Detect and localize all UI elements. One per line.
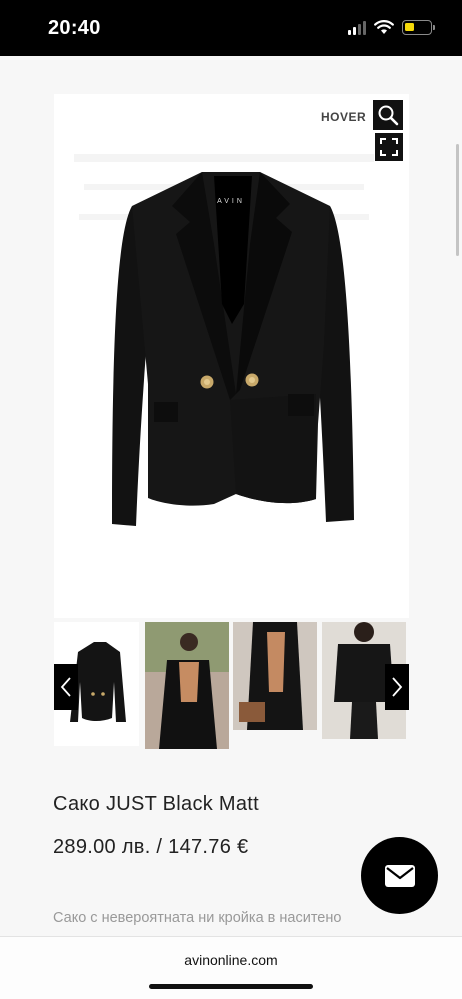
- home-indicator[interactable]: [149, 984, 313, 989]
- page-content[interactable]: AVIN HOVER Сако JUST Black Matt 289.00 л…: [0, 56, 462, 936]
- product-price: 289.00 лв. / 147.76 €: [53, 836, 249, 858]
- jacket-image: AVIN: [54, 94, 409, 618]
- hover-label: HOVER: [321, 110, 367, 124]
- zoom-button[interactable]: [373, 100, 403, 130]
- thumbnail-strip: [54, 622, 409, 749]
- model-photo-image: [233, 622, 317, 730]
- chevron-left-icon: [60, 677, 71, 697]
- mail-icon: [384, 864, 415, 887]
- brand-label: AVIN: [217, 198, 245, 205]
- model-photo-image: [145, 622, 229, 749]
- battery-icon: [402, 20, 435, 35]
- scrollbar[interactable]: [456, 144, 459, 256]
- thumbnail-2[interactable]: [145, 622, 229, 749]
- contact-mail-button[interactable]: [361, 837, 438, 914]
- chevron-right-icon: [392, 677, 403, 697]
- url-text[interactable]: avinonline.com: [0, 952, 462, 968]
- fullscreen-button[interactable]: [375, 133, 403, 161]
- expand-icon: [380, 138, 398, 156]
- product-title: Сако JUST Black Matt: [53, 793, 259, 815]
- product-description: Сако с невероятната ни кройка в наситено: [53, 910, 342, 926]
- status-time: 20:40: [48, 17, 101, 39]
- thumbnail-prev-button[interactable]: [54, 664, 78, 710]
- thumbnail-3[interactable]: [233, 622, 317, 730]
- status-icons: [348, 20, 435, 35]
- thumbnail-next-button[interactable]: [385, 664, 409, 710]
- cellular-signal-icon: [348, 20, 366, 35]
- browser-url-bar[interactable]: avinonline.com: [0, 936, 462, 999]
- product-main-image[interactable]: AVIN HOVER: [54, 94, 409, 618]
- status-bar: 20:40: [0, 0, 462, 56]
- search-icon: [378, 105, 399, 126]
- wifi-icon: [374, 20, 394, 34]
